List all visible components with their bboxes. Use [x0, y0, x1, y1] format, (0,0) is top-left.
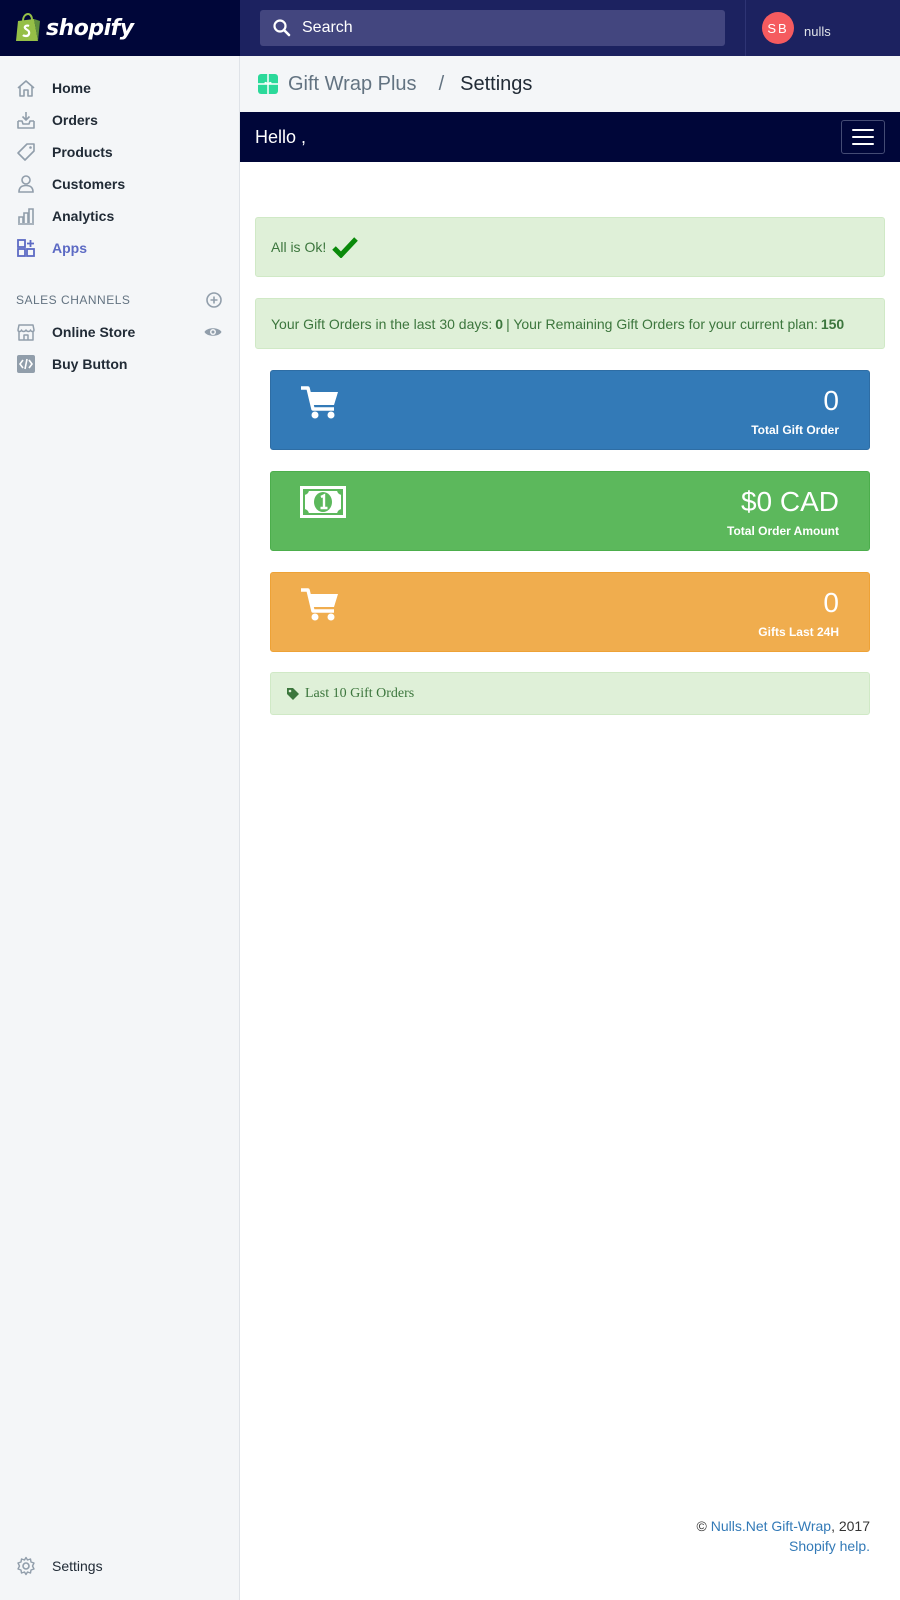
copyright-year: , 2017: [831, 1518, 870, 1534]
sidebar-item-label: Orders: [52, 112, 98, 128]
total-order-amount-label: Total Order Amount: [727, 524, 839, 538]
sidebar-item-buy-button[interactable]: Buy Button: [0, 348, 239, 380]
apps-icon: [17, 239, 35, 257]
home-icon: [17, 80, 35, 97]
hamburger-menu-button[interactable]: [841, 120, 885, 154]
main-content: Gift Wrap Plus / Settings Hello , All is…: [240, 56, 900, 1600]
gifts-last-24h-label: Gifts Last 24H: [758, 625, 839, 639]
sidebar-item-label: Online Store: [52, 324, 136, 340]
avatar[interactable]: SB: [762, 12, 794, 44]
person-icon: [18, 175, 34, 193]
sidebar-item-products[interactable]: Products: [0, 136, 239, 168]
search-input[interactable]: [302, 19, 702, 37]
add-channel-icon[interactable]: [205, 291, 223, 309]
shopify-bag-icon: [16, 13, 40, 41]
stats-prefix: Your Gift Orders in the last 30 days:: [271, 315, 493, 332]
total-gift-order-card: 0 Total Gift Order: [270, 370, 870, 450]
sidebar-item-online-store[interactable]: Online Store: [0, 316, 239, 348]
total-gift-order-label: Total Gift Order: [751, 423, 839, 437]
app-navbar: Hello ,: [240, 112, 900, 162]
brand-name: shopify: [46, 15, 134, 41]
breadcrumb: Gift Wrap Plus / Settings: [240, 56, 900, 112]
search-icon: [273, 19, 291, 37]
orders-icon: [17, 112, 35, 129]
cart-icon: [301, 386, 338, 419]
search-bar[interactable]: [260, 10, 725, 46]
sidebar-item-home[interactable]: Home: [0, 72, 239, 104]
footer: © Nulls.Net Gift-Wrap, 2017 Shopify help…: [697, 1516, 870, 1556]
sidebar-item-label: Analytics: [52, 208, 115, 224]
code-icon: [17, 355, 35, 373]
gifts-last-24h-value: 0: [823, 587, 839, 618]
sidebar-item-apps[interactable]: Apps: [0, 232, 239, 264]
store-icon: [17, 324, 35, 341]
shopify-help-link[interactable]: Shopify help.: [789, 1538, 870, 1554]
status-message: All is Ok!: [271, 239, 327, 255]
cart-icon: [301, 588, 338, 621]
sidebar-item-label: Settings: [52, 1558, 103, 1574]
sidebar-item-label: Buy Button: [52, 356, 128, 372]
total-gift-order-value: 0: [823, 385, 839, 416]
user-menu[interactable]: SB nulls: [745, 0, 900, 56]
last-gift-orders-label: Last 10 Gift Orders: [305, 685, 415, 701]
gear-icon: [17, 1556, 35, 1576]
sales-channels-label: SALES CHANNELS: [16, 293, 131, 307]
sidebar-item-orders[interactable]: Orders: [0, 104, 239, 136]
bar-chart-icon: [18, 208, 34, 225]
menu-line: [852, 136, 874, 138]
total-order-amount-card: $0 CAD Total Order Amount: [270, 471, 870, 551]
status-alert: All is Ok!: [255, 217, 885, 277]
gift-wrap-app-icon: [258, 74, 278, 94]
sidebar-item-customers[interactable]: Customers: [0, 168, 239, 200]
money-icon: [300, 486, 346, 518]
sidebar-item-settings[interactable]: Settings: [0, 1550, 239, 1582]
shopify-logo[interactable]: shopify: [0, 0, 240, 56]
total-order-amount-value: $0 CAD: [740, 486, 839, 517]
hello-greeting: Hello ,: [255, 126, 307, 147]
nulls-gift-wrap-link[interactable]: Nulls.Net Gift-Wrap: [711, 1518, 831, 1534]
gift-orders-stats: Your Gift Orders in the last 30 days: 0 …: [255, 298, 885, 349]
checkmark-icon: [332, 237, 359, 258]
sidebar-item-label: Home: [52, 80, 91, 96]
sidebar-item-label: Apps: [52, 240, 87, 256]
breadcrumb-separator: /: [438, 72, 445, 95]
last-gift-orders-panel[interactable]: Last 10 Gift Orders: [270, 672, 870, 715]
sidebar-item-label: Customers: [52, 176, 126, 192]
eye-icon[interactable]: [203, 322, 223, 342]
copyright-symbol: ©: [696, 1518, 707, 1534]
sidebar-item-label: Products: [52, 144, 113, 160]
sidebar-item-analytics[interactable]: Analytics: [0, 200, 239, 232]
remaining-orders-count: 150: [820, 315, 845, 332]
orders-30d-count: 0: [495, 315, 504, 332]
tag-icon: [287, 687, 299, 700]
menu-line: [852, 143, 874, 145]
sidebar: Home Orders Products Customers Analytics…: [0, 56, 240, 1600]
user-name[interactable]: nulls: [804, 24, 831, 39]
tag-icon: [17, 143, 35, 161]
stats-middle: | Your Remaining Gift Orders for your cu…: [506, 315, 818, 332]
menu-line: [852, 129, 874, 131]
sales-channels-heading: SALES CHANNELS: [0, 284, 239, 316]
top-bar: shopify SB nulls: [0, 0, 900, 56]
page-title: Settings: [460, 72, 533, 95]
gifts-last-24h-card: 0 Gifts Last 24H: [270, 572, 870, 652]
breadcrumb-app-link[interactable]: Gift Wrap Plus: [288, 73, 417, 96]
